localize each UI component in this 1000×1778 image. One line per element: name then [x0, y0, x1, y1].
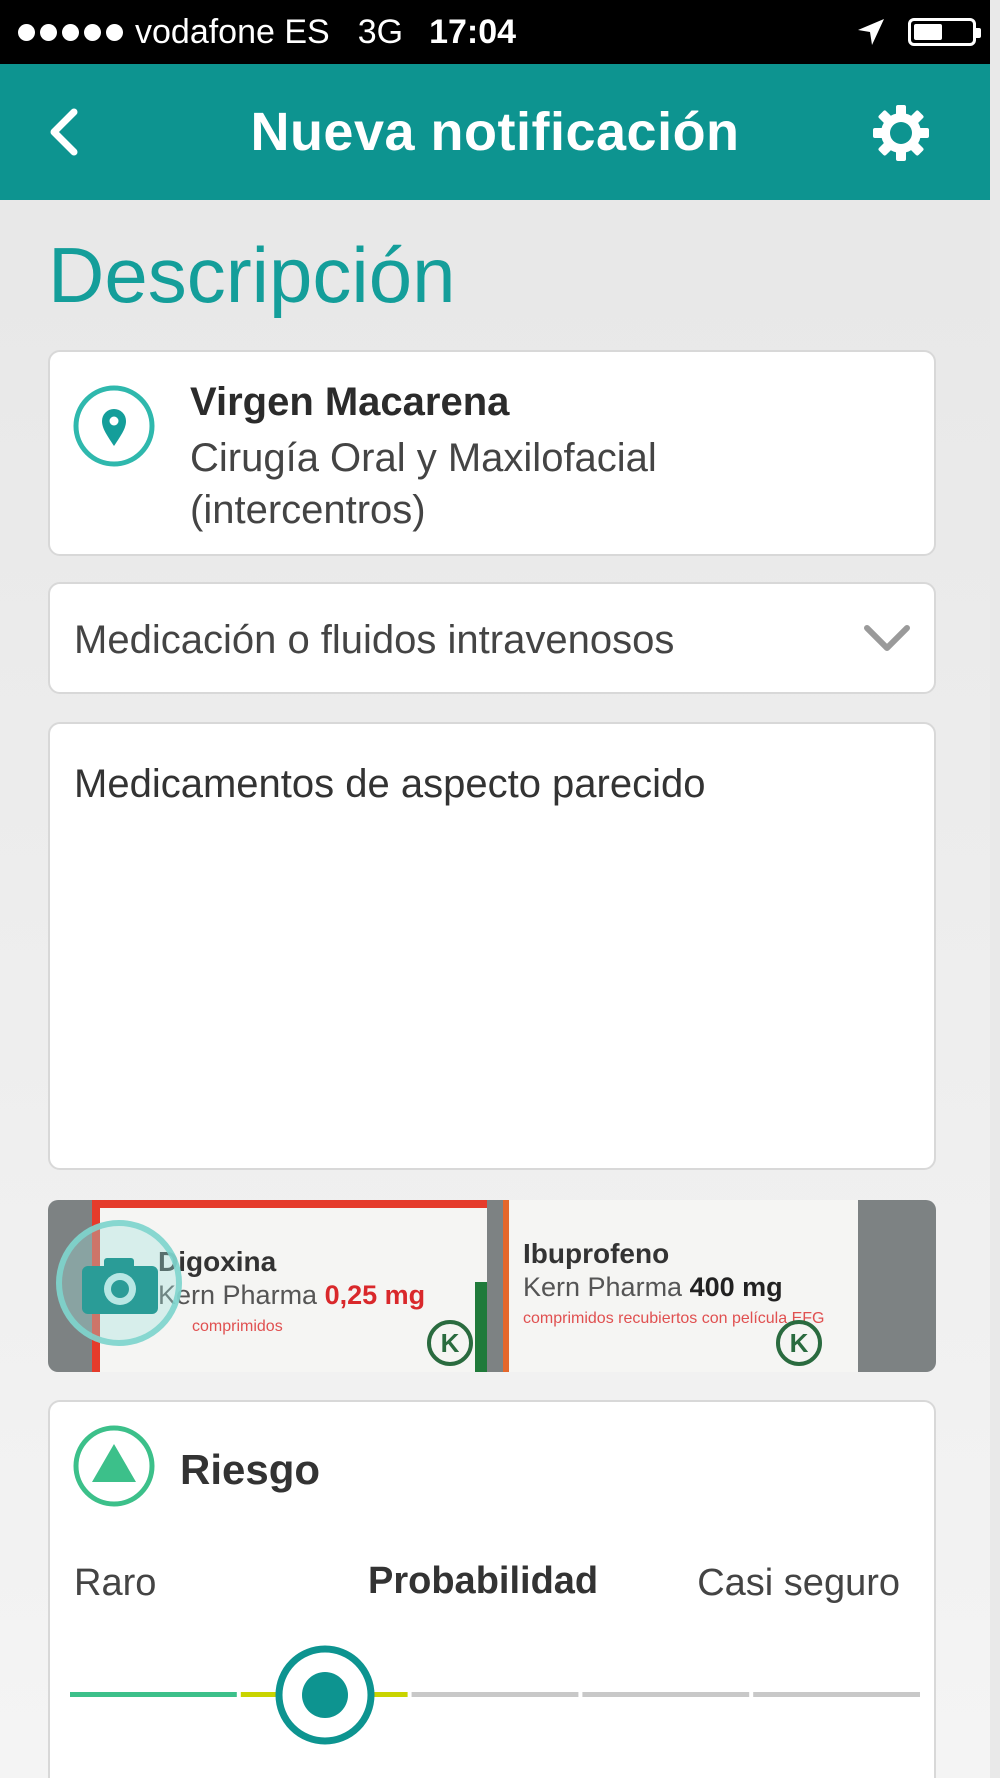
- scale-axis-label: Probabilidad: [368, 1560, 599, 1602]
- probability-slider[interactable]: [70, 1640, 920, 1750]
- gear-icon[interactable]: [872, 104, 930, 162]
- attached-photo[interactable]: Digoxina Kern Pharma 0,25 mg comprimidos…: [48, 1200, 936, 1372]
- slider-track: [70, 1692, 920, 1697]
- category-select[interactable]: Medicación o fluidos intravenosos: [48, 582, 936, 694]
- med-maker-2: Kern Pharma 400 mg: [523, 1272, 783, 1303]
- location-name: Virgen Macarena: [190, 380, 510, 424]
- signal-dots-icon: [18, 23, 123, 41]
- med-name-2: Ibuprofeno: [523, 1238, 670, 1269]
- scale-max-label: Casi seguro: [697, 1562, 900, 1604]
- slider-segment: [411, 1692, 579, 1697]
- k-logo-1: K: [427, 1320, 473, 1366]
- status-bar: vodafone ES 3G 17:04: [0, 0, 990, 64]
- back-button[interactable]: [40, 102, 88, 162]
- medication-box-2: Ibuprofeno Kern Pharma 400 mg comprimido…: [503, 1200, 858, 1372]
- category-value: Medicación o fluidos intravenosos: [74, 618, 675, 662]
- section-title: Descripción: [48, 231, 456, 319]
- slider-segment: [70, 1692, 237, 1697]
- battery-icon: [908, 18, 981, 46]
- green-stripe-1: [475, 1282, 487, 1372]
- risk-title: Riesgo: [180, 1446, 321, 1493]
- status-time: 17:04: [429, 12, 517, 51]
- location-arrow-icon: [858, 19, 884, 45]
- scale-min-label: Raro: [74, 1562, 157, 1604]
- med-dose-2: 400 mg: [689, 1272, 783, 1302]
- risk-card: Riesgo Raro Probabilidad Casi seguro: [48, 1400, 936, 1778]
- carrier-name: vodafone ES: [135, 12, 330, 51]
- app-screen: vodafone ES 3G 17:04 Nueva notificación: [0, 0, 990, 1778]
- med-note-2: comprimidos recubiertos con película EFG: [523, 1310, 825, 1327]
- app-header: Nueva notificación: [0, 64, 990, 200]
- description-textarea[interactable]: Medicamentos de aspecto parecido: [48, 722, 936, 1170]
- description-text: Medicamentos de aspecto parecido: [74, 762, 706, 806]
- slider-segment: [753, 1692, 920, 1697]
- chevron-down-icon: [864, 625, 910, 651]
- med-maker-2-label: Kern Pharma: [523, 1272, 683, 1302]
- network-type: 3G: [357, 12, 404, 51]
- camera-icon: [82, 1258, 158, 1314]
- camera-button[interactable]: [56, 1220, 182, 1346]
- map-pin-icon: [73, 385, 155, 467]
- triangle-icon: [73, 1425, 155, 1507]
- med-maker-1: Kern Pharma 0,25 mg: [158, 1280, 425, 1311]
- med-dose-1: 0,25 mg: [324, 1280, 426, 1310]
- k-logo-2: K: [776, 1320, 822, 1366]
- location-card[interactable]: Virgen Macarena Cirugía Oral y Maxilofac…: [48, 350, 936, 556]
- page-title: Nueva notificación: [250, 102, 740, 162]
- med-note-1: comprimidos: [192, 1318, 283, 1335]
- location-detail: Cirugía Oral y Maxilofacial (intercentro…: [190, 436, 657, 532]
- slider-segment: [582, 1692, 750, 1697]
- slider-thumb[interactable]: [275, 1645, 375, 1745]
